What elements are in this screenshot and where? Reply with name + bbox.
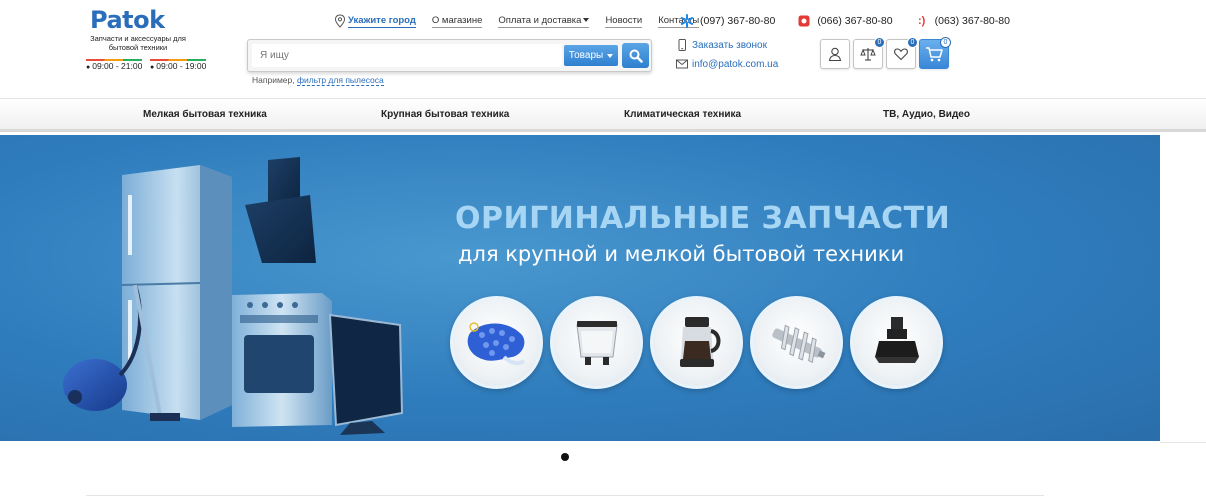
blender-gearbox-icon[interactable] [850, 296, 943, 389]
city-selector[interactable]: Укажите город [334, 14, 416, 28]
hours-weekday: ● 09:00 - 21:00 [86, 59, 143, 71]
vacuum-filter-icon[interactable] [450, 296, 543, 389]
nav-about[interactable]: О магазине [431, 15, 483, 28]
appliances-illustration [63, 157, 404, 435]
wishlist-count-badge: 0 [907, 37, 918, 48]
coffee-jug-icon[interactable] [650, 296, 743, 389]
vodafone-icon [797, 14, 811, 28]
top-nav: Укажите город О магазине Оплата и достав… [334, 14, 715, 28]
phone-number: (097) 367-80-80 [700, 15, 776, 27]
search-hint: Например, фильтр для пылесоса [252, 75, 384, 86]
mail-icon [676, 59, 688, 69]
divider [86, 495, 1044, 496]
search-icon [629, 49, 643, 63]
category-large-appliances[interactable]: Крупная бытовая техника [381, 109, 509, 120]
header: Patok Запчасти и аксессуары для бытовой … [0, 0, 1206, 98]
search-input[interactable] [252, 44, 562, 67]
callback-link[interactable]: Заказать звонок [676, 39, 767, 51]
user-icon [828, 47, 842, 62]
heart-icon [894, 48, 908, 61]
product-circles [450, 296, 950, 389]
location-pin-icon [334, 14, 346, 28]
kyivstar-icon [680, 14, 694, 28]
cart-count-badge: 0 [940, 37, 951, 48]
lifecell-icon: :) [917, 15, 926, 27]
category-small-appliances[interactable]: Мелкая бытовая техника [143, 109, 267, 120]
scales-icon [860, 48, 876, 61]
compare-button[interactable]: 0 [853, 37, 885, 69]
phone-number: (066) 367-80-80 [817, 15, 893, 27]
email-link[interactable]: info@patok.com.ua [676, 58, 778, 70]
phone-number: (063) 367-80-80 [934, 15, 1010, 27]
slider-dot-active[interactable] [561, 453, 569, 461]
grinder-auger-icon[interactable] [750, 296, 843, 389]
cart-button[interactable]: 0 [919, 37, 951, 69]
hours-weekend: ● 09:00 - 19:00 [150, 59, 207, 71]
chevron-down-icon [583, 17, 590, 22]
bread-maker-pan-icon[interactable] [550, 296, 643, 389]
category-climate[interactable]: Климатическая техника [624, 109, 741, 120]
phones: (097) 367-80-80 (066) 367-80-80 :) (063)… [680, 14, 1032, 28]
search-category-select[interactable]: Товары [564, 45, 618, 66]
phone-kyivstar[interactable]: (097) 367-80-80 [680, 14, 775, 28]
promo-banner[interactable]: ОРИГИНАЛЬНЫЕ ЗАПЧАСТИ для крупной и мелк… [0, 135, 1160, 441]
cart-icon [926, 47, 943, 62]
banner-title: ОРИГИНАЛЬНЫЕ ЗАПЧАСТИ [455, 201, 951, 236]
nav-payment-delivery[interactable]: Оплата и доставка [498, 15, 590, 28]
banner-subtitle: для крупной и мелкой бытовой техники [458, 242, 905, 266]
nav-news[interactable]: Новости [605, 15, 643, 28]
mobile-phone-icon [678, 39, 686, 51]
chevron-down-icon [607, 53, 614, 58]
phone-vodafone[interactable]: (066) 367-80-80 [797, 14, 893, 28]
search-hint-link[interactable]: фильтр для пылесоса [296, 75, 384, 86]
category-tv-audio-video[interactable]: ТВ, Аудио, Видео [883, 109, 970, 120]
search-box: Товары [247, 39, 652, 72]
tagline: Запчасти и аксессуары для бытовой техник… [90, 34, 186, 52]
compare-count-badge: 0 [874, 37, 885, 48]
header-icon-buttons: 0 0 0 [820, 37, 952, 69]
phone-lifecell[interactable]: :) (063) 367-80-80 [915, 14, 1010, 28]
account-button[interactable] [820, 39, 850, 69]
category-menu: Мелкая бытовая техника Крупная бытовая т… [0, 98, 1206, 132]
logo[interactable]: Patok [90, 6, 165, 34]
search-button[interactable] [622, 43, 649, 68]
divider [1160, 442, 1206, 443]
city-link[interactable]: Укажите город [348, 15, 416, 28]
wishlist-button[interactable]: 0 [886, 37, 918, 69]
